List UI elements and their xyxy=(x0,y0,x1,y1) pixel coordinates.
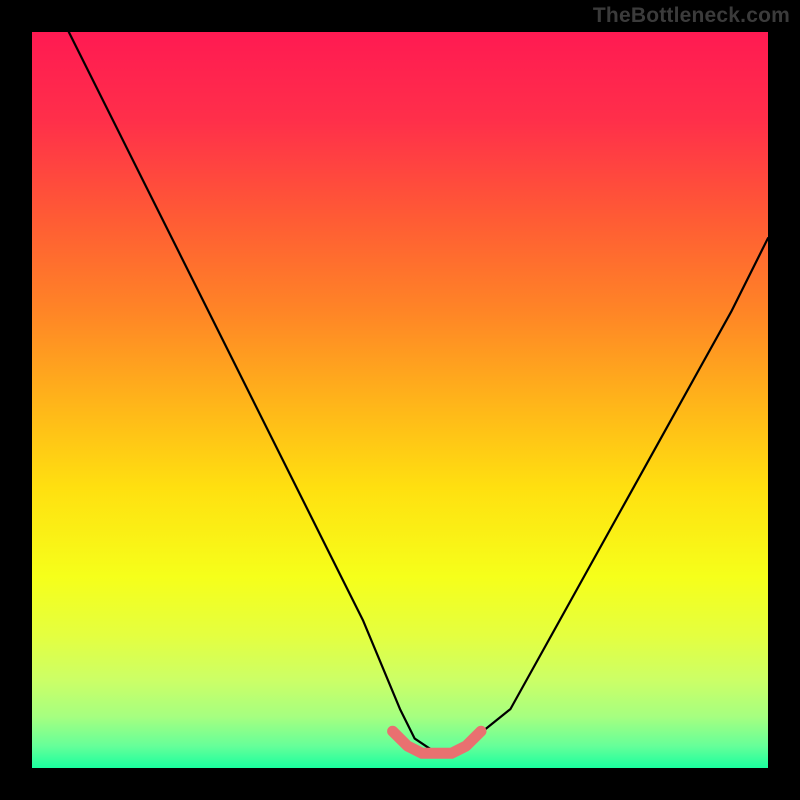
curve-layer xyxy=(32,32,768,768)
bottleneck-curve xyxy=(69,32,768,753)
chart-frame: TheBottleneck.com xyxy=(0,0,800,800)
valley-highlight xyxy=(393,731,481,753)
brand-watermark: TheBottleneck.com xyxy=(593,4,790,28)
plot-area xyxy=(32,32,768,768)
